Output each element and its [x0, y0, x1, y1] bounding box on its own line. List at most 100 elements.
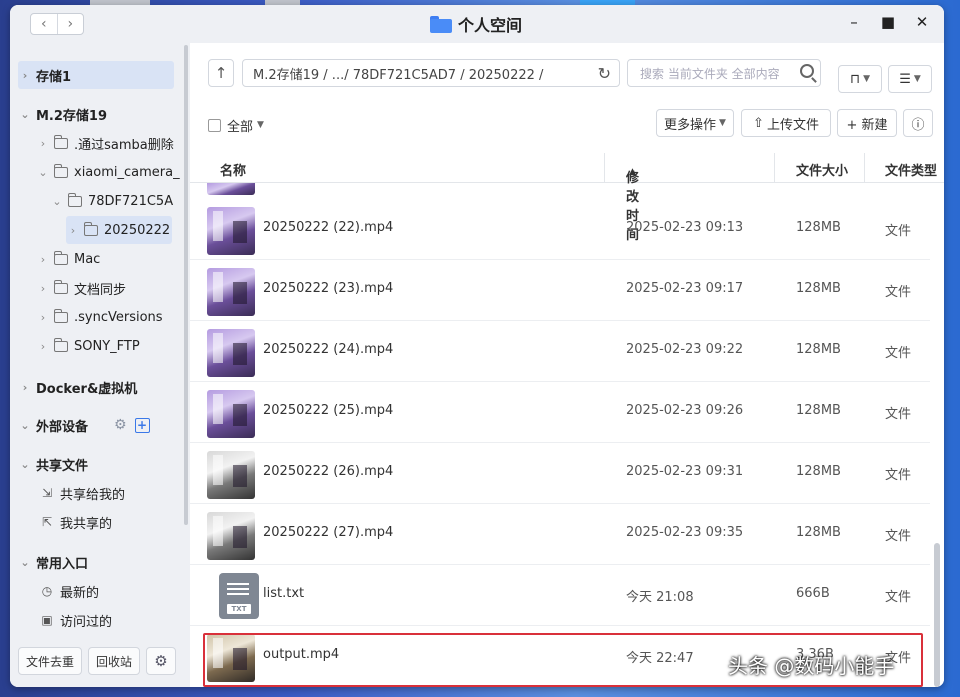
table-row[interactable]: TXT list.txt 今天 21:08 666B 文件	[190, 565, 930, 626]
file-manager-window: ‹ › 个人空间 – ■ ✕ › 存储1 ⌄ M.2存储19 › .通过samb…	[10, 5, 944, 687]
parent-folder-button[interactable]: ↑	[208, 59, 234, 87]
info-button[interactable]: ⓘ	[903, 109, 933, 137]
view-toggle-button[interactable]: ⊓ ▼	[838, 65, 882, 93]
sidebar-item-shared-with-me[interactable]: ⇲ 共享给我的	[40, 479, 125, 507]
sidebar-item-my-shares[interactable]: ⇱ 我共享的	[40, 508, 112, 536]
column-divider[interactable]	[864, 153, 865, 183]
list-icon: ☰	[899, 71, 911, 87]
share-in-icon: ⇲	[41, 486, 53, 500]
table-row[interactable]: 20250222 (25).mp4 2025-02-23 09:26 128MB…	[190, 382, 930, 443]
sidebar-item-quick-access[interactable]: ⌄ 常用入口	[18, 548, 88, 576]
table-row[interactable]: 20250222 (22).mp4 2025-02-23 09:13 128MB…	[190, 199, 930, 260]
recycle-bin-button[interactable]: 回收站	[88, 647, 141, 675]
sidebar-item-visited[interactable]: ▣ 访问过的	[40, 606, 112, 634]
search-placeholder: 搜索 当前文件夹 全部内容	[640, 66, 780, 81]
folder-icon	[54, 163, 68, 178]
video-thumbnail	[207, 512, 255, 560]
chevron-down-icon: ▼	[257, 120, 264, 130]
column-type[interactable]: 文件类型	[885, 160, 937, 179]
file-size: 128MB	[796, 220, 841, 235]
search-icon[interactable]	[800, 64, 814, 78]
sidebar-item-label: M.2存储19	[36, 108, 108, 124]
upload-button[interactable]: ⇧ 上传文件	[741, 109, 831, 137]
sidebar-item-20250222[interactable]: › 20250222	[66, 216, 172, 244]
file-modified: 2025-02-23 09:35	[626, 525, 744, 540]
column-size[interactable]: 文件大小	[796, 160, 848, 179]
column-divider[interactable]	[604, 153, 605, 183]
file-name: list.txt	[263, 586, 305, 601]
sidebar-scrollbar[interactable]	[184, 45, 188, 525]
close-icon[interactable]: ✕	[914, 13, 930, 31]
sidebar-item-78df721c5a[interactable]: ⌄ 78DF721C5A	[50, 187, 173, 215]
sidebar-item-label: .通过samba删除	[74, 137, 174, 153]
sort-menu-button[interactable]: ☰ ▼	[888, 65, 932, 93]
folder-icon	[54, 279, 68, 294]
folder-icon	[54, 337, 68, 352]
chevron-down-icon: ⌄	[52, 194, 62, 208]
sidebar-item-label: 外部设备	[36, 419, 89, 435]
sidebar-item-docker[interactable]: › Docker&虚拟机	[18, 373, 138, 401]
path-text: M.2存储19 / .../ 78DF721C5AD7 / 20250222 /	[253, 67, 544, 83]
column-divider[interactable]	[774, 153, 775, 183]
forward-icon[interactable]: ›	[58, 14, 84, 34]
path-field[interactable]: M.2存储19 / .../ 78DF721C5AD7 / 20250222 /…	[242, 59, 620, 87]
sidebar-item-storage1[interactable]: › 存储1	[18, 61, 174, 89]
window-controls: – ■ ✕	[846, 13, 930, 31]
sidebar-item-recent[interactable]: ◷ 最新的	[40, 577, 99, 605]
file-list-scrollbar[interactable]	[934, 543, 940, 687]
info-icon: ⓘ	[911, 117, 925, 133]
back-icon[interactable]: ‹	[31, 14, 58, 34]
sidebar-item-sync-versions[interactable]: › .syncVersions	[36, 303, 163, 331]
chevron-right-icon: ›	[40, 339, 46, 353]
video-thumbnail	[207, 390, 255, 438]
folder-icon	[54, 134, 68, 149]
settings-button[interactable]: ⚙	[146, 647, 177, 675]
upload-label: 上传文件	[766, 117, 819, 133]
gear-icon[interactable]: ⚙	[114, 417, 127, 433]
sidebar-item-label: xiaomi_camera_	[74, 164, 180, 180]
sidebar-item-label: 存储1	[36, 69, 72, 85]
column-name[interactable]: 名称	[220, 160, 246, 179]
file-size: 128MB	[796, 403, 841, 418]
more-actions-button[interactable]: 更多操作 ▼	[656, 109, 734, 137]
table-row[interactable]: 20250222 (27).mp4 2025-02-23 09:35 128MB…	[190, 504, 930, 565]
sidebar-item-sony-ftp[interactable]: › SONY_FTP	[36, 332, 140, 360]
file-name: 20250222 (25).mp4	[263, 403, 394, 418]
new-button[interactable]: + 新建	[837, 109, 897, 137]
maximize-icon[interactable]: ■	[880, 13, 896, 31]
sidebar-item-label: 78DF721C5A	[88, 193, 174, 209]
sidebar-item-label: 文档同步	[74, 282, 127, 298]
table-row[interactable]: 20250222 (23).mp4 2025-02-23 09:17 128MB…	[190, 260, 930, 321]
chevron-down-icon: ▼	[719, 118, 726, 128]
select-all[interactable]: 全部 ▼	[208, 115, 264, 135]
table-row[interactable]: 20250222 (24).mp4 2025-02-23 09:22 128MB…	[190, 321, 930, 382]
dedupe-button[interactable]: 文件去重	[18, 647, 83, 675]
search-input[interactable]: 搜索 当前文件夹 全部内容	[627, 59, 821, 87]
sidebar-item-samba-deleted[interactable]: › .通过samba删除	[36, 129, 174, 157]
sidebar-item-external-devices[interactable]: ⌄ 外部设备 ⚙ +	[18, 411, 150, 439]
file-modified: 今天 22:47	[626, 651, 694, 666]
select-all-checkbox[interactable]	[208, 118, 221, 132]
refresh-icon[interactable]: ↻	[598, 64, 611, 83]
sidebar-item-doc-sync[interactable]: › 文档同步	[36, 274, 126, 302]
chevron-right-icon: ›	[40, 252, 46, 266]
view-mode-icon: ⊓	[849, 71, 861, 87]
chevron-down-icon: ⌄	[20, 418, 30, 432]
folder-icon	[68, 192, 82, 207]
chevron-down-icon: ▼	[913, 74, 921, 84]
table-row[interactable]: 20250222 (26).mp4 2025-02-23 09:31 128MB…	[190, 443, 930, 504]
folder-icon	[430, 15, 452, 33]
file-size: 666B	[796, 586, 830, 601]
sidebar-item-shared-files[interactable]: ⌄ 共享文件	[18, 450, 88, 478]
file-size: 128MB	[796, 281, 841, 296]
sidebar-item-xiaomi-camera[interactable]: ⌄ xiaomi_camera_	[36, 158, 180, 186]
video-thumbnail	[207, 451, 255, 499]
minimize-icon[interactable]: –	[846, 13, 862, 31]
sidebar-item-m2-storage[interactable]: ⌄ M.2存储19	[18, 100, 107, 128]
file-modified: 2025-02-23 09:17	[626, 281, 744, 296]
file-size: 128MB	[796, 342, 841, 357]
sidebar-item-mac[interactable]: › Mac	[36, 245, 100, 273]
add-device-icon[interactable]: +	[134, 417, 150, 433]
chevron-right-icon: ›	[40, 136, 46, 150]
clock-icon: ◷	[41, 584, 53, 598]
